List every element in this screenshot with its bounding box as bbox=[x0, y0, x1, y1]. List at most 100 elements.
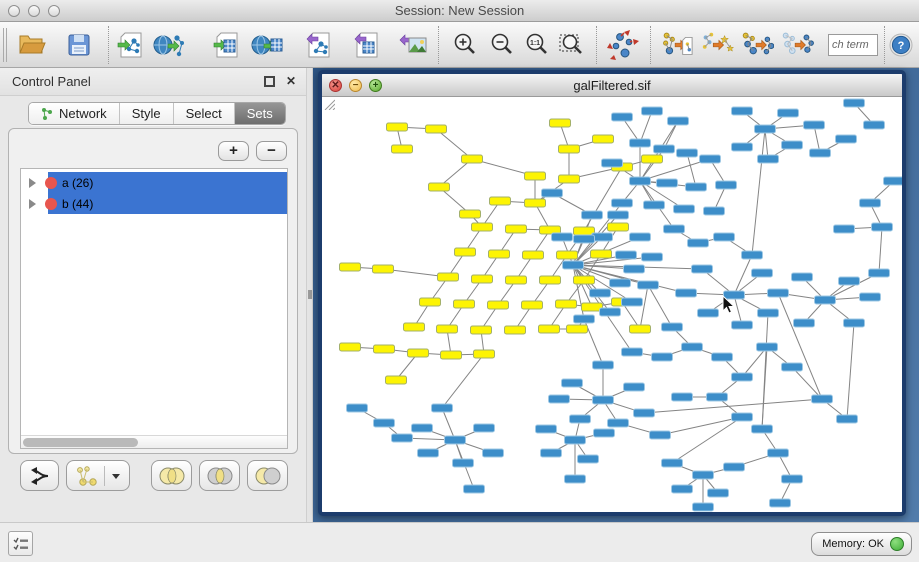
graph-node-blue[interactable] bbox=[682, 343, 703, 351]
graph-node-yellow[interactable] bbox=[525, 199, 546, 207]
graph-node-yellow[interactable] bbox=[490, 197, 511, 205]
graph-node-yellow[interactable] bbox=[455, 248, 476, 256]
graph-node-blue[interactable] bbox=[844, 319, 865, 327]
graph-node-blue[interactable] bbox=[686, 183, 707, 191]
graph-node-yellow[interactable] bbox=[559, 175, 580, 183]
close-panel-icon[interactable]: ✕ bbox=[284, 75, 298, 89]
network-canvas[interactable] bbox=[322, 97, 902, 512]
graph-node-blue[interactable] bbox=[768, 449, 789, 457]
graph-node-yellow[interactable] bbox=[522, 301, 543, 309]
graph-node-blue[interactable] bbox=[704, 207, 725, 215]
open-button[interactable] bbox=[14, 29, 48, 61]
graph-node-yellow[interactable] bbox=[523, 251, 544, 259]
graph-node-blue[interactable] bbox=[752, 269, 773, 277]
import-table-file-button[interactable] bbox=[210, 29, 244, 61]
graph-node-yellow[interactable] bbox=[574, 276, 595, 284]
graph-edge[interactable] bbox=[752, 129, 765, 255]
graph-node-yellow[interactable] bbox=[462, 155, 483, 163]
apply-layout-button[interactable] bbox=[606, 29, 640, 61]
graph-node-blue[interactable] bbox=[732, 413, 753, 421]
graph-node-yellow[interactable] bbox=[488, 301, 509, 309]
graph-node-blue[interactable] bbox=[570, 415, 591, 423]
graph-node-blue[interactable] bbox=[542, 189, 563, 197]
graph-node-blue[interactable] bbox=[630, 139, 651, 147]
graph-node-blue[interactable] bbox=[593, 396, 614, 404]
graph-node-blue[interactable] bbox=[549, 395, 570, 403]
graph-node-blue[interactable] bbox=[768, 289, 789, 297]
graph-node-yellow[interactable] bbox=[642, 155, 663, 163]
graph-node-blue[interactable] bbox=[600, 308, 621, 316]
graph-node-yellow[interactable] bbox=[426, 125, 447, 133]
graph-node-yellow[interactable] bbox=[591, 250, 612, 258]
graph-node-blue[interactable] bbox=[742, 251, 763, 259]
graph-node-blue[interactable] bbox=[860, 293, 881, 301]
graph-node-blue[interactable] bbox=[608, 211, 629, 219]
graph-node-blue[interactable] bbox=[602, 159, 623, 167]
graph-node-yellow[interactable] bbox=[472, 275, 493, 283]
graph-node-blue[interactable] bbox=[864, 121, 885, 129]
graph-node-blue[interactable] bbox=[692, 265, 713, 273]
graph-node-yellow[interactable] bbox=[506, 276, 527, 284]
graph-node-yellow[interactable] bbox=[408, 349, 429, 357]
graph-node-blue[interactable] bbox=[392, 434, 413, 442]
export-table-button[interactable] bbox=[350, 29, 384, 61]
graph-edge[interactable] bbox=[660, 417, 742, 435]
graph-edge[interactable] bbox=[847, 323, 854, 419]
graph-node-blue[interactable] bbox=[804, 121, 825, 129]
graph-node-blue[interactable] bbox=[541, 449, 562, 457]
graph-node-blue[interactable] bbox=[693, 503, 714, 511]
graph-node-blue[interactable] bbox=[770, 499, 791, 507]
graph-node-yellow[interactable] bbox=[471, 326, 492, 334]
graph-node-blue[interactable] bbox=[610, 279, 631, 287]
graph-node-blue[interactable] bbox=[732, 143, 753, 151]
graph-node-blue[interactable] bbox=[698, 309, 719, 317]
zoom-in-button[interactable] bbox=[448, 29, 482, 61]
union-sets-button[interactable] bbox=[151, 460, 192, 491]
float-panel-icon[interactable] bbox=[262, 75, 276, 89]
graph-node-yellow[interactable] bbox=[556, 300, 577, 308]
graph-node-yellow[interactable] bbox=[540, 276, 561, 284]
create-set-from-network-button[interactable] bbox=[66, 460, 130, 491]
graph-node-blue[interactable] bbox=[622, 298, 643, 306]
graph-node-blue[interactable] bbox=[839, 277, 860, 285]
graph-node-blue[interactable] bbox=[810, 149, 831, 157]
graph-node-yellow[interactable] bbox=[460, 210, 481, 218]
graph-node-blue[interactable] bbox=[755, 125, 776, 133]
graph-node-blue[interactable] bbox=[812, 395, 833, 403]
graph-node-blue[interactable] bbox=[453, 459, 474, 467]
graph-node-blue[interactable] bbox=[662, 459, 683, 467]
graph-node-blue[interactable] bbox=[432, 404, 453, 412]
frame-resize-grip[interactable] bbox=[322, 97, 335, 110]
new-network-selected-nodes-all-edges-button[interactable] bbox=[700, 29, 734, 61]
graph-node-yellow[interactable] bbox=[340, 263, 361, 271]
graph-node-blue[interactable] bbox=[700, 155, 721, 163]
save-button[interactable] bbox=[62, 29, 96, 61]
network-frame-titlebar[interactable]: ✕ − + galFiltered.sif bbox=[322, 74, 902, 97]
graph-node-yellow[interactable] bbox=[441, 351, 462, 359]
graph-edge[interactable] bbox=[573, 257, 652, 265]
task-history-button[interactable] bbox=[8, 531, 33, 556]
graph-node-blue[interactable] bbox=[860, 199, 881, 207]
graph-node-blue[interactable] bbox=[884, 177, 903, 185]
graph-node-yellow[interactable] bbox=[392, 145, 413, 153]
graph-node-blue[interactable] bbox=[732, 321, 753, 329]
graph-node-blue[interactable] bbox=[844, 99, 865, 107]
graph-node-blue[interactable] bbox=[622, 348, 643, 356]
graph-node-blue[interactable] bbox=[634, 409, 655, 417]
toolbar-drag-handle[interactable] bbox=[3, 28, 7, 62]
tab-sets[interactable]: Sets bbox=[235, 103, 285, 124]
graph-node-yellow[interactable] bbox=[429, 183, 450, 191]
zoom-out-button[interactable] bbox=[485, 29, 519, 61]
graph-node-blue[interactable] bbox=[752, 425, 773, 433]
graph-node-blue[interactable] bbox=[869, 269, 890, 277]
panel-splitter[interactable] bbox=[306, 68, 313, 522]
graph-edge[interactable] bbox=[640, 111, 652, 143]
graph-edge[interactable] bbox=[644, 399, 822, 413]
graph-node-blue[interactable] bbox=[724, 463, 745, 471]
graph-node-blue[interactable] bbox=[624, 265, 645, 273]
graph-node-blue[interactable] bbox=[654, 145, 675, 153]
set-row-b[interactable]: b (44) bbox=[21, 193, 287, 214]
graph-node-yellow[interactable] bbox=[505, 326, 526, 334]
zoom-actual-size-button[interactable]: 1:1 bbox=[520, 29, 554, 61]
graph-node-blue[interactable] bbox=[445, 436, 466, 444]
